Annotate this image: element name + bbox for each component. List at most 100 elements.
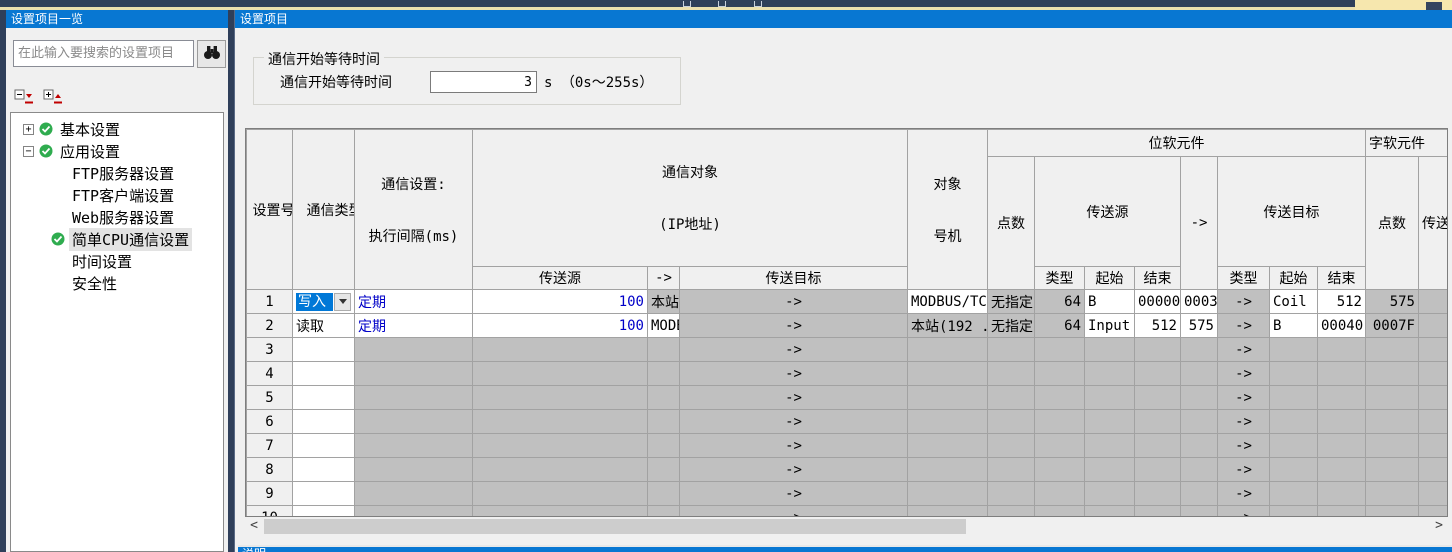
target-station-cell <box>988 482 1035 506</box>
ip-source-cell[interactable]: 本站(192 . 168 . 0 . 1 <box>648 290 680 314</box>
dst-type-cell[interactable]: B <box>1270 314 1318 338</box>
comm-type-cell[interactable] <box>293 362 355 386</box>
ip-dest-cell[interactable]: 本站(192 . 168 . 0 . 1 <box>908 314 988 338</box>
interval-cell[interactable]: 100 <box>473 290 648 314</box>
scrollbar-thumb[interactable] <box>264 519 966 534</box>
comm-type-cell[interactable] <box>293 434 355 458</box>
dst-type-cell <box>1270 458 1318 482</box>
collapse-icon[interactable]: − <box>23 146 34 157</box>
col-header-comm-setting: 通信设置: 执行间隔(ms) <box>355 130 473 290</box>
dst-end-cell: 0007F <box>1366 314 1419 338</box>
comm-type-cell[interactable]: 写入 <box>293 290 355 314</box>
dst-start-cell[interactable]: 00040 <box>1318 314 1366 338</box>
dst-start-cell <box>1318 410 1366 434</box>
word-points-cell <box>1419 338 1449 362</box>
comm-type-combobox[interactable]: 写入 <box>296 292 351 312</box>
tree-item[interactable]: −应用设置 <box>11 140 223 162</box>
src-end-cell[interactable]: 575 <box>1181 314 1218 338</box>
search-input[interactable] <box>13 40 194 67</box>
comm-type-cell[interactable] <box>293 482 355 506</box>
dst-type-cell[interactable]: Coil <box>1270 290 1318 314</box>
left-panel-title: 设置项目一览 <box>6 10 228 28</box>
toolbar-dark-square <box>1426 2 1442 10</box>
tree-item[interactable]: 时间设置 <box>11 250 223 272</box>
row-number: 9 <box>247 482 293 506</box>
dst-end-cell <box>1366 362 1419 386</box>
dst-end-cell <box>1366 482 1419 506</box>
src-type-cell[interactable]: B <box>1085 290 1135 314</box>
tree-item[interactable]: FTP服务器设置 <box>11 162 223 184</box>
comm-type-cell[interactable] <box>293 506 355 518</box>
col-header-word-points: 点数 <box>1366 157 1419 290</box>
dst-end-cell: 575 <box>1366 290 1419 314</box>
dst-type-cell <box>1270 506 1318 518</box>
timing-cell <box>355 434 473 458</box>
ip-source-cell <box>648 506 680 518</box>
arrow-cell: -> <box>1218 458 1270 482</box>
dst-start-cell[interactable]: 512 <box>1318 290 1366 314</box>
comm-type-cell[interactable]: 读取 <box>293 314 355 338</box>
src-type-cell[interactable]: Input <box>1085 314 1135 338</box>
expand-icon[interactable]: + <box>23 124 34 135</box>
word-points-cell <box>1419 290 1449 314</box>
check-icon <box>51 232 65 246</box>
src-type-cell <box>1085 362 1135 386</box>
tree-item[interactable]: +基本设置 <box>11 118 223 140</box>
target-station-cell[interactable]: 无指定 <box>988 314 1035 338</box>
tree-item-label: 安全性 <box>69 272 120 295</box>
tree-item-label: FTP服务器设置 <box>69 162 177 185</box>
table-row: 6->-> <box>247 410 1449 434</box>
ip-source-cell[interactable]: MODBUS/TCP(192 . 168 . <box>648 314 680 338</box>
horizontal-scrollbar[interactable]: < > <box>245 518 1448 535</box>
wait-time-input[interactable] <box>430 71 537 93</box>
src-type-cell <box>1085 338 1135 362</box>
target-station-cell <box>988 338 1035 362</box>
comm-type-cell[interactable] <box>293 410 355 434</box>
timing-cell <box>355 482 473 506</box>
tree-item-label: 简单CPU通信设置 <box>69 228 192 251</box>
comm-type-cell[interactable] <box>293 458 355 482</box>
comm-type-cell[interactable] <box>293 386 355 410</box>
expand-all-icon[interactable] <box>43 89 63 106</box>
settings-list-panel: 设置项目一览 <box>6 10 228 552</box>
src-end-cell <box>1181 506 1218 518</box>
description-section-header: 说明 <box>238 545 1452 552</box>
bit-points-cell[interactable]: 64 <box>1035 290 1085 314</box>
tree-item[interactable]: 安全性 <box>11 272 223 294</box>
scroll-left-icon[interactable]: < <box>247 518 261 535</box>
chevron-down-icon[interactable] <box>334 293 351 311</box>
search-button[interactable] <box>197 40 226 68</box>
target-station-cell <box>988 386 1035 410</box>
ip-source-cell <box>648 338 680 362</box>
word-points-cell <box>1419 482 1449 506</box>
tree-item[interactable]: FTP客户端设置 <box>11 184 223 206</box>
comm-type-cell[interactable] <box>293 338 355 362</box>
row-number: 7 <box>247 434 293 458</box>
right-panel-title: 设置项目 <box>235 10 1452 28</box>
group-header-bit-source: 传送源 <box>1035 157 1181 267</box>
arrow-cell: -> <box>1218 314 1270 338</box>
target-station-cell[interactable]: 无指定 <box>988 290 1035 314</box>
timing-cell[interactable]: 定期 <box>355 290 473 314</box>
ip-dest-cell <box>908 410 988 434</box>
dst-end-cell <box>1366 506 1419 518</box>
interval-cell <box>473 362 648 386</box>
src-start-cell[interactable]: 512 <box>1135 314 1181 338</box>
tree-item[interactable]: Web服务器设置 <box>11 206 223 228</box>
ip-dest-cell[interactable]: MODBUS/TCP(192 . 168 . <box>908 290 988 314</box>
col-header-ip-arrow: -> <box>648 267 680 290</box>
table-row: 1写入定期100本站(192 . 168 . 0 . 1->MODBUS/TCP… <box>247 290 1449 314</box>
collapse-all-icon[interactable] <box>14 89 34 106</box>
src-start-cell[interactable]: 00000 <box>1135 290 1181 314</box>
scroll-right-icon[interactable]: > <box>1432 518 1446 535</box>
dst-type-cell <box>1270 482 1318 506</box>
row-number: 1 <box>247 290 293 314</box>
src-end-cell[interactable]: 0003F <box>1181 290 1218 314</box>
arrow-cell: -> <box>1218 338 1270 362</box>
timing-cell <box>355 506 473 518</box>
tree-item-label: 时间设置 <box>69 250 135 273</box>
bit-points-cell[interactable]: 64 <box>1035 314 1085 338</box>
tree-item[interactable]: 简单CPU通信设置 <box>11 228 223 250</box>
timing-cell[interactable]: 定期 <box>355 314 473 338</box>
interval-cell[interactable]: 100 <box>473 314 648 338</box>
